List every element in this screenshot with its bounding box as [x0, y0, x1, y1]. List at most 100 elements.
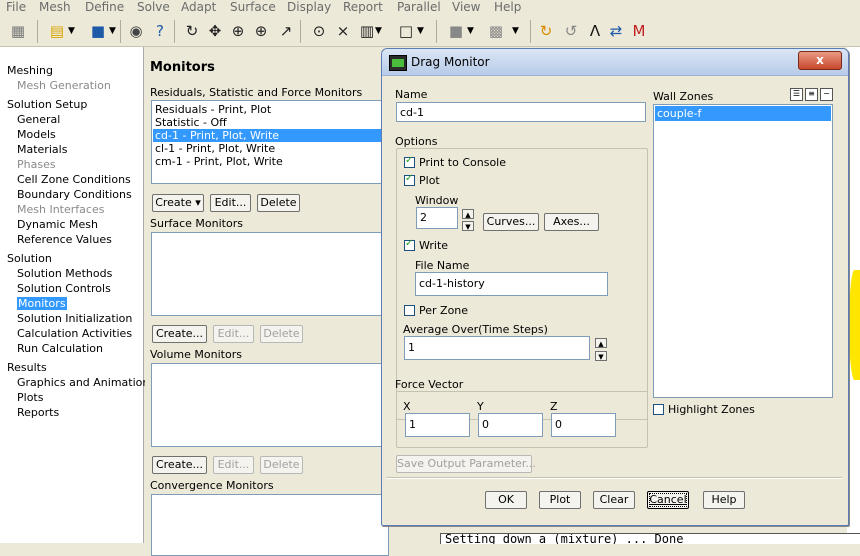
select-all-icon[interactable]: ☰ [790, 88, 803, 101]
tree-item-solution-setup[interactable]: Solution Setup [7, 98, 87, 111]
volume-create-button[interactable]: Create... [152, 456, 207, 474]
rotate-icon[interactable]: ↻ [182, 21, 202, 41]
reload-icon[interactable]: ↺ [561, 21, 581, 41]
tree-item-dynamic-mesh[interactable]: Dynamic Mesh [17, 218, 98, 231]
tree-item-solution-initialization[interactable]: Solution Initialization [17, 312, 132, 325]
per-zone-checkbox[interactable] [404, 305, 415, 316]
save-output-parameter-button[interactable]: Save Output Parameter... [396, 455, 536, 473]
tree-item-materials[interactable]: Materials [17, 143, 67, 156]
menu-view[interactable]: View [452, 0, 480, 14]
menu-define[interactable]: Define [85, 0, 124, 14]
menu-report[interactable]: Report [343, 0, 383, 14]
tree-item-reports[interactable]: Reports [17, 406, 59, 419]
tree-item-monitors[interactable]: Monitors [17, 297, 67, 310]
move-icon[interactable]: ✥ [205, 21, 225, 41]
list-item[interactable]: cm-1 - Print, Plot, Write [153, 155, 389, 168]
chevron-down-icon[interactable]: ▼ [375, 21, 385, 41]
open-icon[interactable]: ▤ [47, 21, 67, 41]
tree-item-reference-values[interactable]: Reference Values [17, 233, 112, 246]
cube-icon[interactable]: ▩ [486, 21, 506, 41]
mo-icon[interactable]: M [629, 21, 649, 41]
volume-monitors-list[interactable] [151, 363, 389, 447]
menu-display[interactable]: Display [287, 0, 331, 14]
tree-item-meshing[interactable]: Meshing [7, 64, 53, 77]
dialog-titlebar[interactable]: Drag Monitor x [382, 49, 848, 76]
tree-item-calculation-activities[interactable]: Calculation Activities [17, 327, 132, 340]
chevron-down-icon[interactable]: ▼ [68, 21, 78, 41]
mesh-icon[interactable]: ▦ [8, 21, 28, 41]
surface-create-button[interactable]: Create... [152, 325, 207, 343]
tree-item-solution-controls[interactable]: Solution Controls [17, 282, 111, 295]
list-item[interactable]: Residuals - Print, Plot [153, 103, 389, 116]
curves-button[interactable]: Curves... [483, 213, 539, 231]
cancel-button[interactable]: Cancel [647, 491, 689, 509]
tree-item-general[interactable]: General [17, 113, 60, 126]
layout-icon[interactable]: ▥ [357, 21, 377, 41]
filter-icon[interactable]: ≡ [805, 88, 818, 101]
window-icon[interactable]: □ [396, 21, 416, 41]
plot-button[interactable]: Plot [539, 491, 581, 509]
print-to-console-checkbox[interactable] [404, 155, 415, 168]
save-icon[interactable]: ■ [88, 21, 108, 41]
residual-monitors-list[interactable]: Residuals - Print, Plot Statistic - Off cd… [151, 100, 389, 184]
tree-item-results[interactable]: Results [7, 361, 47, 374]
average-over-field[interactable]: 1 [404, 336, 590, 360]
tree-item-run-calculation[interactable]: Run Calculation [17, 342, 103, 355]
create-dropdown-button[interactable]: Create ▾ [152, 194, 204, 212]
edit-button[interactable]: Edit... [210, 194, 251, 212]
menu-solve[interactable]: Solve [137, 0, 170, 14]
average-spin-up[interactable]: ▲ [595, 338, 607, 348]
probe-icon[interactable]: ↗ [276, 21, 296, 41]
tree-item-solution[interactable]: Solution [7, 252, 52, 265]
surface-delete-button[interactable]: Delete [260, 325, 303, 343]
refresh-icon[interactable]: ↻ [536, 21, 556, 41]
z-field[interactable]: 0 [551, 413, 616, 437]
tree-item-phases[interactable]: Phases [17, 158, 56, 171]
axes-button[interactable]: Axes... [544, 213, 599, 231]
tree-item-models[interactable]: Models [17, 128, 56, 141]
tree-item-boundary-conditions[interactable]: Boundary Conditions [17, 188, 132, 201]
write-checkbox[interactable] [404, 238, 415, 251]
delete-button[interactable]: Delete [257, 194, 300, 212]
chevron-down-icon[interactable]: ▼ [109, 21, 119, 41]
menu-surface[interactable]: Surface [230, 0, 276, 14]
axes-icon[interactable]: ⨯ [333, 21, 353, 41]
volume-delete-button[interactable]: Delete [260, 456, 303, 474]
y-field[interactable]: 0 [478, 413, 543, 437]
tree-item-solution-methods[interactable]: Solution Methods [17, 267, 112, 280]
grid-icon[interactable]: ■ [446, 21, 466, 41]
tree-item-plots[interactable]: Plots [17, 391, 43, 404]
convergence-monitors-list[interactable] [151, 494, 389, 556]
help-icon[interactable]: ? [150, 21, 170, 41]
surface-edit-button[interactable]: Edit... [213, 325, 254, 343]
x-field[interactable]: 1 [405, 413, 470, 437]
name-field[interactable]: cd-1 [396, 102, 646, 122]
zoom-fit-icon[interactable]: ⊙ [309, 21, 329, 41]
list-item[interactable]: Statistic - Off [153, 116, 389, 129]
chevron-down-icon[interactable]: ▼ [467, 21, 477, 41]
deselect-all-icon[interactable]: − [820, 88, 833, 101]
window-spin-down[interactable]: ▼ [462, 221, 474, 231]
plot-checkbox[interactable] [404, 173, 415, 186]
menu-help[interactable]: Help [494, 0, 521, 14]
ansys-icon[interactable]: Λ [585, 21, 605, 41]
list-item[interactable]: cd-1 - Print, Plot, Write [153, 129, 389, 142]
chevron-down-icon[interactable]: ▼ [417, 21, 427, 41]
menu-adapt[interactable]: Adapt [181, 0, 216, 14]
menu-file[interactable]: File [6, 0, 26, 14]
surface-monitors-list[interactable] [151, 232, 389, 316]
highlight-zones-checkbox[interactable] [653, 404, 664, 415]
zoom-icon[interactable]: ⊕ [251, 21, 271, 41]
file-name-field[interactable]: cd-1-history [415, 272, 608, 296]
menu-mesh[interactable]: Mesh [39, 0, 71, 14]
clear-button[interactable]: Clear [593, 491, 635, 509]
ok-button[interactable]: OK [485, 491, 527, 509]
tree-item-mesh-generation[interactable]: Mesh Generation [17, 79, 111, 92]
volume-edit-button[interactable]: Edit... [213, 456, 254, 474]
list-item[interactable]: cl-1 - Print, Plot, Write [153, 142, 389, 155]
window-field[interactable]: 2 [416, 207, 458, 229]
chevron-down-icon[interactable]: ▼ [512, 21, 522, 41]
close-button[interactable]: x [798, 51, 842, 70]
window-spin-up[interactable]: ▲ [462, 209, 474, 219]
menu-parallel[interactable]: Parallel [397, 0, 441, 14]
